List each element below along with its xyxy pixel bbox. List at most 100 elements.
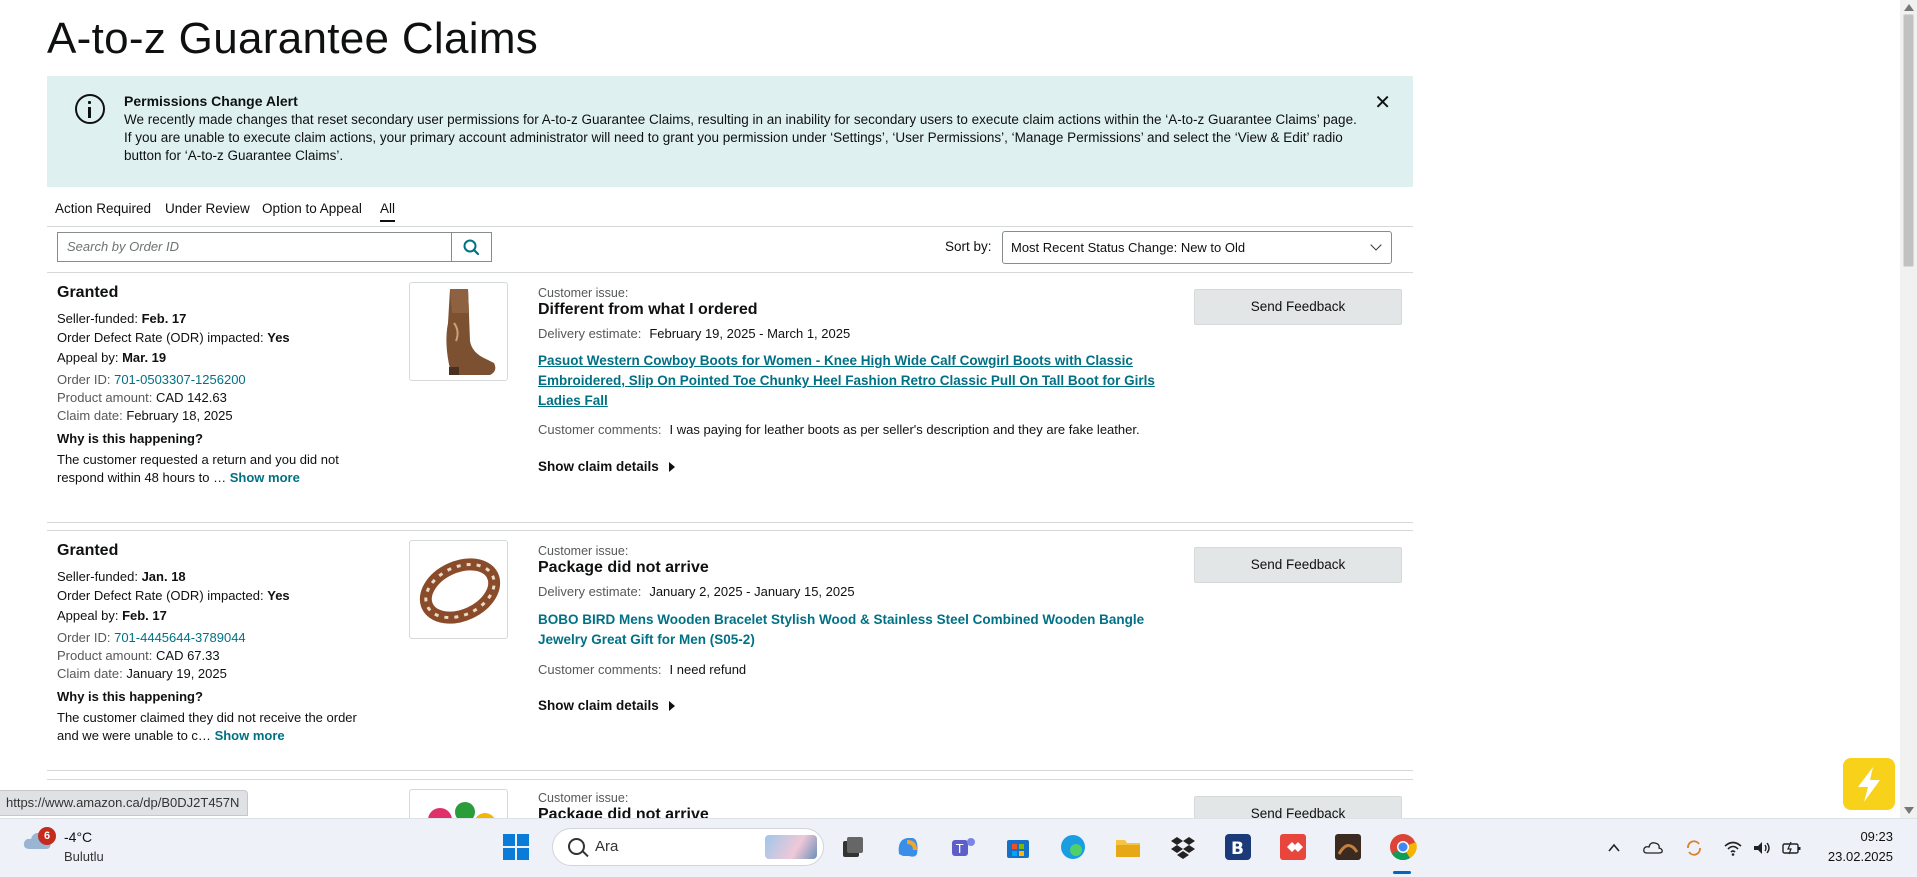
svg-text:B: B xyxy=(1231,839,1244,859)
delivery-estimate: Delivery estimate: January 2, 2025 - Janu… xyxy=(538,584,855,599)
tab-under-review[interactable]: Under Review xyxy=(165,201,250,216)
info-icon xyxy=(75,94,105,124)
search-input[interactable]: Search by Order ID xyxy=(57,232,452,262)
active-app-indicator xyxy=(1393,871,1411,874)
search-icon xyxy=(463,239,480,256)
dropbox-icon[interactable] xyxy=(1168,832,1198,862)
weather-condition[interactable]: Bulutlu xyxy=(64,849,104,864)
claim-status: Granted xyxy=(57,542,119,559)
divider xyxy=(47,272,1413,273)
why-heading: Why is this happening? xyxy=(57,689,203,704)
search-highlight-image xyxy=(765,835,817,859)
scroll-down-icon[interactable] xyxy=(1904,807,1914,814)
browser-viewport: A-to-z Guarantee Claims Permissions Chan… xyxy=(0,0,1900,818)
send-feedback-button[interactable]: Send Feedback xyxy=(1194,547,1402,583)
sync-icon[interactable] xyxy=(1684,838,1704,858)
microsoft-store-icon[interactable] xyxy=(1003,832,1033,862)
volume-icon[interactable] xyxy=(1752,839,1772,857)
product-link[interactable]: BOBO BIRD Mens Wooden Bracelet Stylish W… xyxy=(538,610,1158,650)
permissions-alert: Permissions Change Alert We recently mad… xyxy=(47,76,1413,187)
alert-body: We recently made changes that reset seco… xyxy=(124,112,1357,163)
booking-icon[interactable]: B xyxy=(1223,832,1253,862)
odr-impacted: Order Defect Rate (ODR) impacted: Yes xyxy=(57,588,290,603)
caret-right-icon xyxy=(668,462,675,473)
customer-issue: Package did not arrive xyxy=(538,806,709,818)
claim-tabs: Action Required Under Review Option to A… xyxy=(47,196,1413,227)
order-id: Order ID: 701-0503307-1256200 xyxy=(57,372,246,387)
send-feedback-button[interactable]: Send Feedback xyxy=(1194,796,1402,818)
appeal-by: Appeal by: Feb. 17 xyxy=(57,608,167,623)
delivery-estimate: Delivery estimate: February 19, 2025 - Ma… xyxy=(538,326,851,341)
claim-date: Claim date: January 19, 2025 xyxy=(57,666,227,681)
system-clock[interactable]: 09:23 23.02.2025 xyxy=(1828,827,1893,867)
divider xyxy=(47,779,1413,780)
taskbar-search[interactable]: Ara xyxy=(552,828,824,866)
copilot-icon[interactable] xyxy=(893,832,923,862)
floating-action-button[interactable] xyxy=(1843,758,1895,810)
chrome-icon[interactable] xyxy=(1388,832,1418,862)
file-explorer-icon[interactable] xyxy=(1113,832,1143,862)
customer-issue: Package did not arrive xyxy=(538,559,709,576)
weather-badge: 6 xyxy=(38,827,56,845)
chevron-up-icon[interactable] xyxy=(1606,840,1622,856)
search-button[interactable] xyxy=(452,232,492,262)
order-id: Order ID: 701-4445644-3789044 xyxy=(57,630,246,645)
divider xyxy=(47,522,1413,523)
clock-time: 09:23 xyxy=(1860,829,1893,844)
caret-right-icon xyxy=(668,701,675,712)
claim-status: Granted xyxy=(57,284,119,301)
scroll-up-icon[interactable] xyxy=(1904,4,1914,11)
customer-issue-label: Customer issue: xyxy=(538,544,629,558)
product-image-bracelet[interactable] xyxy=(409,540,508,639)
weather-temperature[interactable]: -4°C xyxy=(64,829,92,845)
battery-icon[interactable] xyxy=(1782,840,1802,856)
divider xyxy=(47,530,1413,531)
teams-icon[interactable]: T xyxy=(948,832,978,862)
scrollbar-thumb[interactable] xyxy=(1903,14,1914,267)
page-title: A-to-z Guarantee Claims xyxy=(47,14,539,63)
wifi-icon[interactable] xyxy=(1723,839,1743,857)
close-icon[interactable]: ✕ xyxy=(1374,90,1391,115)
svg-text:T: T xyxy=(955,842,964,856)
tab-option-to-appeal[interactable]: Option to Appeal xyxy=(262,201,362,216)
appeal-by: Appeal by: Mar. 19 xyxy=(57,350,167,365)
show-more-link[interactable]: Show more xyxy=(215,728,285,743)
customer-issue: Different from what I ordered xyxy=(538,301,758,318)
customer-comments: Customer comments: I was paying for leath… xyxy=(538,422,1140,437)
send-feedback-button[interactable]: Send Feedback xyxy=(1194,289,1402,325)
page-scrollbar[interactable] xyxy=(1900,0,1917,818)
claim-reason: The customer claimed they did not receiv… xyxy=(57,710,357,743)
show-more-link[interactable]: Show more xyxy=(230,470,300,485)
show-claim-details[interactable]: Show claim details xyxy=(538,698,675,713)
product-link[interactable]: Pasuot Western Cowboy Boots for Women - … xyxy=(538,351,1158,411)
tab-action-required[interactable]: Action Required xyxy=(55,201,151,216)
customer-issue-label: Customer issue: xyxy=(538,791,629,805)
task-view-icon[interactable] xyxy=(838,832,868,862)
alert-title: Permissions Change Alert xyxy=(124,93,298,109)
odr-impacted: Order Defect Rate (ODR) impacted: Yes xyxy=(57,330,290,345)
product-amount: Product amount: CAD 67.33 xyxy=(57,648,220,663)
link-status-bar: https://www.amazon.ca/dp/B0DJ2T457N xyxy=(0,790,249,816)
divider xyxy=(47,770,1413,771)
seller-funded: Seller-funded: Jan. 18 xyxy=(57,569,186,584)
anydesk-icon[interactable] xyxy=(1278,832,1308,862)
seller-funded: Seller-funded: Feb. 17 xyxy=(57,311,187,326)
customer-issue-label: Customer issue: xyxy=(538,286,629,300)
tab-all[interactable]: All xyxy=(380,201,396,222)
windows-start-icon[interactable] xyxy=(501,832,531,862)
product-image-boots[interactable] xyxy=(409,282,508,381)
app-thumbnail-icon[interactable] xyxy=(1333,832,1363,862)
show-claim-details[interactable]: Show claim details xyxy=(538,459,675,474)
sort-value: Most Recent Status Change: New to Old xyxy=(1011,240,1246,255)
onedrive-icon[interactable] xyxy=(1643,840,1663,856)
chevron-down-icon xyxy=(1370,239,1382,251)
sort-select[interactable]: Most Recent Status Change: New to Old xyxy=(1002,231,1392,264)
product-amount: Product amount: CAD 142.63 xyxy=(57,390,227,405)
order-id-link[interactable]: 701-0503307-1256200 xyxy=(114,372,246,387)
order-id-link[interactable]: 701-4445644-3789044 xyxy=(114,630,246,645)
edge-icon[interactable] xyxy=(1058,832,1088,862)
claim-reason: The customer requested a return and you … xyxy=(57,452,339,485)
product-image-toy[interactable] xyxy=(409,789,508,818)
why-heading: Why is this happening? xyxy=(57,431,203,446)
claim-date: Claim date: February 18, 2025 xyxy=(57,408,233,423)
